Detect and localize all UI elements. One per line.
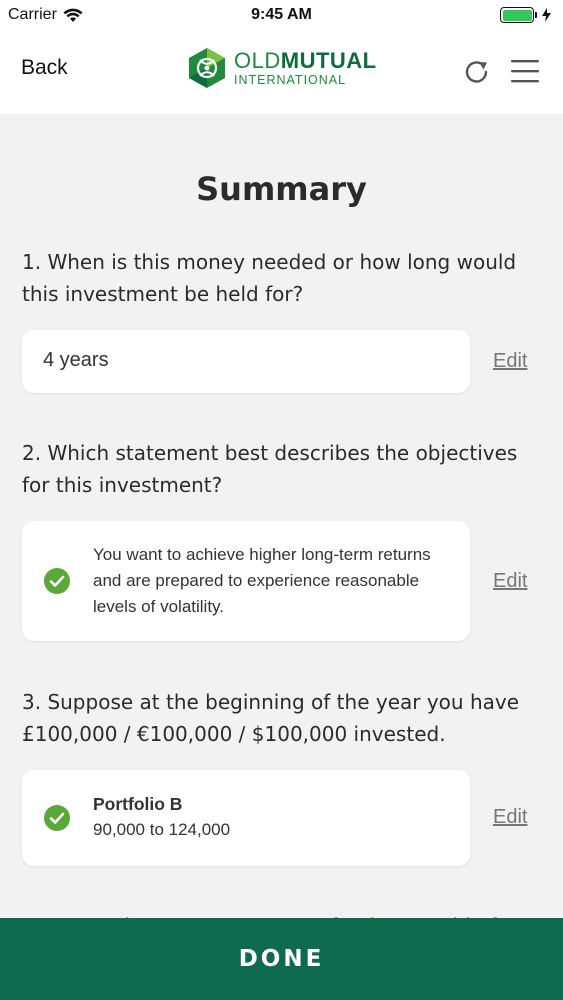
check-circle-icon	[44, 805, 70, 831]
old-mutual-logo: OLDMUTUAL INTERNATIONAL	[186, 47, 377, 89]
answer-1-text: 4 years	[43, 349, 109, 371]
status-bar: Carrier 9:45 AM	[0, 0, 563, 30]
question-4-partial: 4. Do you have an emergency fund to prov…	[22, 910, 542, 918]
answer-3-block: Portfolio B 90,000 to 124,000	[93, 791, 438, 843]
battery-level	[502, 9, 532, 21]
status-right	[500, 7, 551, 23]
answer-3-detail: 90,000 to 124,000	[93, 820, 231, 839]
back-button[interactable]: Back	[21, 56, 68, 80]
refresh-icon[interactable]	[462, 57, 492, 87]
status-time: 9:45 AM	[251, 6, 312, 23]
question-2: 2. Which statement best describes the ob…	[22, 441, 518, 497]
question-3: 3. Suppose at the beginning of the year …	[22, 690, 520, 746]
logo-line1: OLDMUTUAL	[234, 47, 377, 73]
status-left: Carrier	[8, 6, 83, 24]
edit-answer-2-link[interactable]: Edit	[493, 570, 527, 593]
hamburger-menu-icon[interactable]	[510, 57, 540, 85]
answer-card-1: 4 years	[22, 330, 470, 393]
nav-bar: Back OLDMUTUAL INTERNATIONAL	[0, 30, 563, 114]
logo-wordmark: OLDMUTUAL INTERNATIONAL	[234, 47, 377, 87]
summary-content[interactable]: Summary 1. When is this money needed or …	[0, 114, 563, 918]
answer-card-2: You want to achieve higher long-term ret…	[22, 521, 470, 641]
answer-2-text: You want to achieve higher long-term ret…	[93, 545, 431, 616]
check-circle-icon	[44, 568, 70, 594]
done-button[interactable]: DONE	[0, 918, 563, 1000]
answer-card-3: Portfolio B 90,000 to 124,000	[22, 770, 470, 866]
charging-bolt-icon	[542, 8, 551, 22]
logo-line2: INTERNATIONAL	[234, 72, 347, 87]
logo-mark-icon	[189, 48, 225, 88]
edit-answer-3-link[interactable]: Edit	[493, 806, 527, 829]
answer-3-title: Portfolio B	[93, 794, 183, 814]
battery-icon	[500, 7, 537, 23]
carrier-label: Carrier	[8, 6, 57, 23]
page-title: Summary	[196, 170, 367, 208]
question-1: 1. When is this money needed or how long…	[22, 250, 517, 306]
edit-answer-1-link[interactable]: Edit	[493, 350, 527, 373]
wifi-icon	[63, 8, 83, 22]
